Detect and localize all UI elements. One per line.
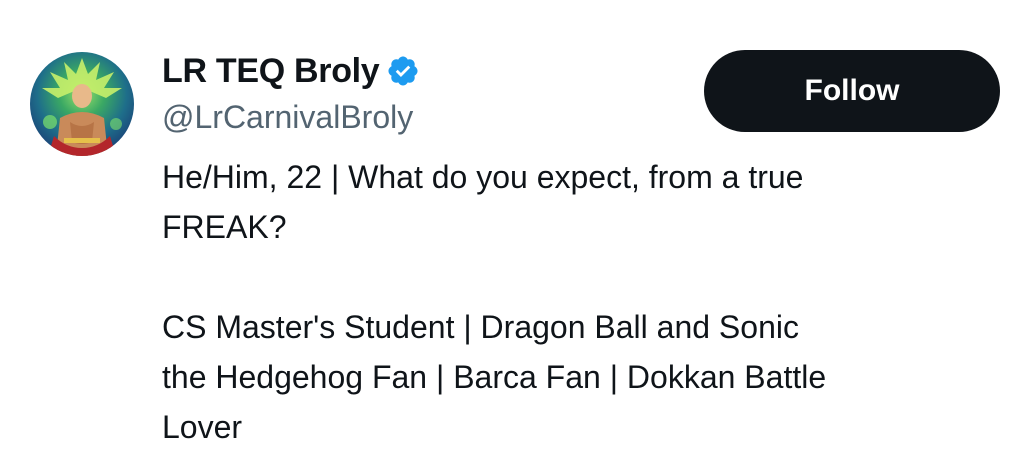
- name-row: LR TEQ Broly: [162, 50, 420, 92]
- bio-line: He/Him, 22 | What do you expect, from a …: [162, 159, 804, 195]
- bio-line: CS Master's Student | Dragon Ball and So…: [162, 309, 799, 345]
- bio-line: Lover: [162, 409, 243, 445]
- avatar[interactable]: [30, 52, 134, 156]
- verified-badge-icon[interactable]: [386, 54, 420, 88]
- bio-spacer: [162, 252, 1002, 302]
- bio-line: the Hedgehog Fan | Barca Fan | Dokkan Ba…: [162, 359, 827, 395]
- follow-button[interactable]: Follow: [704, 50, 1000, 132]
- avatar-image: [42, 58, 122, 156]
- bio: He/Him, 22 | What do you expect, from a …: [162, 152, 1002, 452]
- profile-card: LR TEQ Broly @LrCarnivalBroly Follow He/…: [0, 0, 1024, 466]
- bio-line: FREAK?: [162, 209, 287, 245]
- handle[interactable]: @LrCarnivalBroly: [162, 96, 413, 138]
- display-name[interactable]: LR TEQ Broly: [162, 50, 380, 92]
